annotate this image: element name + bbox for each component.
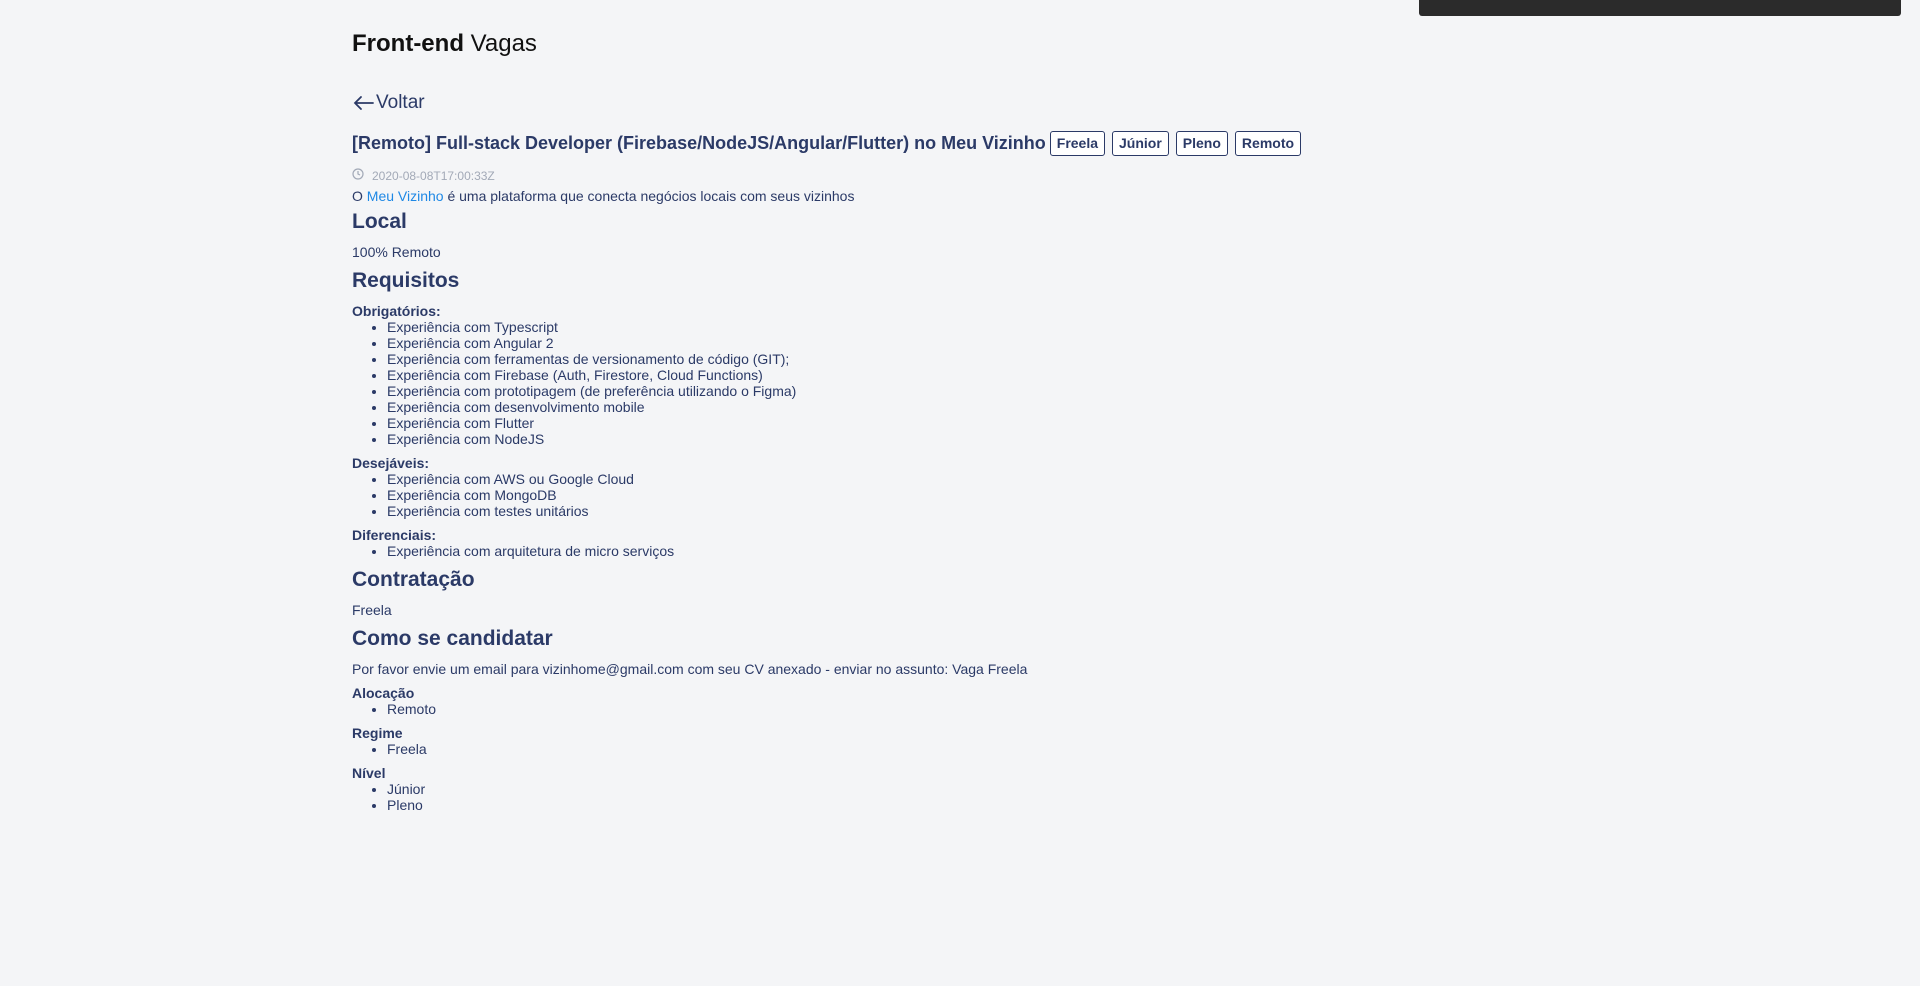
tag-remoto[interactable]: Remoto (1234, 131, 1302, 156)
list-obrigatorios: Experiência com Typescript Experiência c… (352, 319, 1352, 447)
job-description: O Meu Vizinho é uma plataforma que conec… (352, 188, 1352, 813)
date-text: 2020-08-08T17:00:33Z (372, 168, 495, 183)
intro-prefix: O (352, 188, 367, 204)
contratacao-text: Freela (352, 602, 392, 618)
job-title: [Remoto] Full-stack Developer (Firebase/… (352, 133, 1046, 153)
heading-local: Local (352, 210, 407, 233)
label-obrigatorios: Obrigatórios: (352, 303, 441, 319)
list-item: Júnior (387, 781, 1352, 797)
heading-requisitos: Requisitos (352, 269, 460, 292)
label-regime: Regime (352, 725, 403, 741)
job-date: 2020-08-08T17:00:33Z (352, 168, 495, 183)
list-item: Experiência com prototipagem (de preferê… (387, 383, 1352, 399)
clock-icon (352, 168, 364, 183)
list-item: Experiência com Angular 2 (387, 335, 1352, 351)
list-item: Experiência com MongoDB (387, 487, 1352, 503)
list-item: Experiência com AWS ou Google Cloud (387, 471, 1352, 487)
back-label: Voltar (376, 92, 425, 113)
company-link[interactable]: Meu Vizinho (367, 188, 444, 204)
list-desejaveis: Experiência com AWS ou Google Cloud Expe… (352, 471, 1352, 519)
local-text: 100% Remoto (352, 244, 441, 260)
browser-overlay-bar (1419, 0, 1901, 16)
label-desejaveis: Desejáveis: (352, 455, 430, 471)
heading-candidatar: Como se candidatar (352, 627, 553, 650)
list-item: Experiência com testes unitários (387, 503, 1352, 519)
list-item: Experiência com Typescript (387, 319, 1352, 335)
list-item: Experiência com Flutter (387, 415, 1352, 431)
tag-junior[interactable]: Júnior (1112, 131, 1169, 156)
list-item: Experiência com NodeJS (387, 431, 1352, 447)
candidatar-text: Por favor envie um email para vizinhome@… (352, 661, 1028, 677)
label-diferenciais: Diferenciais: (352, 527, 437, 543)
label-nivel: Nível (352, 765, 386, 781)
list-item: Remoto (387, 701, 1352, 717)
list-item: Experiência com desenvolvimento mobile (387, 399, 1352, 415)
intro-paragraph: O Meu Vizinho é uma plataforma que conec… (352, 188, 1352, 204)
list-item: Experiência com ferramentas de versionam… (387, 351, 1352, 367)
list-diferenciais: Experiência com arquitetura de micro ser… (352, 543, 1352, 559)
tag-pleno[interactable]: Pleno (1175, 131, 1228, 156)
list-item: Experiência com arquitetura de micro ser… (387, 543, 1352, 559)
list-item: Experiência com Firebase (Auth, Firestor… (387, 367, 1352, 383)
list-regime: Freela (352, 741, 1352, 757)
brand-bold: Front-end (352, 30, 464, 57)
list-item: Pleno (387, 797, 1352, 813)
list-item: Freela (387, 741, 1352, 757)
label-alocacao: Alocação (352, 685, 415, 701)
brand-light: Vagas (470, 30, 537, 57)
job-tags: Freela Júnior Pleno Remoto (1046, 131, 1302, 156)
arrow-left-icon (352, 95, 374, 111)
list-alocacao: Remoto (352, 701, 1352, 717)
site-logo[interactable]: Front-end Vagas (352, 30, 537, 58)
heading-contratacao: Contratação (352, 568, 475, 591)
job-header: [Remoto] Full-stack Developer (Firebase/… (352, 131, 1302, 156)
intro-suffix: é uma plataforma que conecta negócios lo… (443, 188, 855, 204)
tag-freela[interactable]: Freela (1049, 131, 1106, 156)
back-link[interactable]: Voltar (352, 92, 425, 114)
list-nivel: Júnior Pleno (352, 781, 1352, 813)
